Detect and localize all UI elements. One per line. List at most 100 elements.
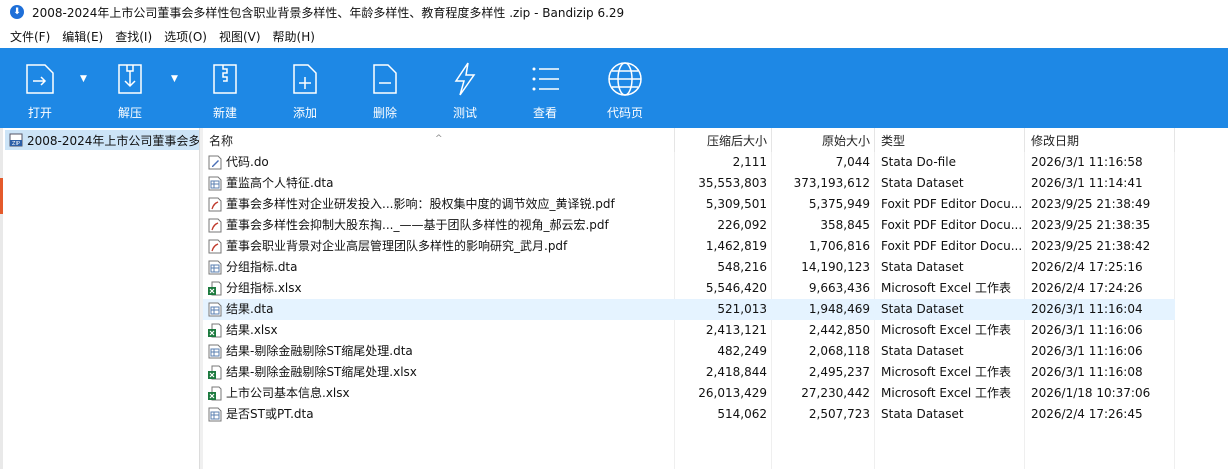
file-type: Microsoft Excel 工作表: [881, 365, 1012, 379]
file-row[interactable]: 代码.do 2,111 7,044 Stata Do-file 2026/3/1 11:…: [203, 152, 1175, 173]
folder-tree: ZIP 2008-2024年上市公司董事会多: [3, 128, 199, 469]
file-modified: 2026/3/1 11:16:04: [1031, 302, 1143, 316]
file-list: 名称 ^ 压缩后大小 原始大小 类型 修改日期 代码.do 2,111 7,044 S…: [203, 128, 1228, 469]
menu-options[interactable]: 选项(O): [158, 28, 213, 45]
file-row[interactable]: 董事会多样性对企业研发投入...影响：股权集中度的调节效应_黄译锐.pdf 5,3…: [203, 194, 1175, 215]
file-packed-size: 35,553,803: [698, 176, 767, 190]
file-original-size: 2,442,850: [808, 323, 870, 337]
file-modified: 2026/2/4 17:25:16: [1031, 260, 1143, 274]
file-modified: 2026/2/4 17:26:45: [1031, 407, 1143, 421]
file-row[interactable]: 上市公司基本信息.xlsx 26,013,429 27,230,442 Microso…: [203, 383, 1175, 404]
file-packed-size: 2,413,121: [705, 323, 767, 337]
file-name: 结果-剔除金融剔除ST缩尾处理.xlsx: [226, 365, 417, 379]
do-file-icon: [208, 155, 222, 170]
file-row[interactable]: 董监高个人特征.dta 35,553,803 373,193,612 Stata Da…: [203, 173, 1175, 194]
delete-label: 删除: [372, 106, 397, 120]
menu-help[interactable]: 帮助(H): [267, 28, 321, 45]
file-modified: 2023/9/25 21:38:35: [1031, 218, 1151, 232]
file-name: 结果-剔除金融剔除ST缩尾处理.dta: [226, 344, 413, 358]
file-modified: 2026/3/1 11:14:41: [1031, 176, 1143, 190]
view-label: 查看: [532, 106, 557, 120]
file-row[interactable]: 是否ST或PT.dta 514,062 2,507,723 Stata Dataset…: [203, 404, 1175, 425]
file-type: Stata Dataset: [881, 302, 964, 316]
menu-edit[interactable]: 编辑(E): [56, 28, 109, 45]
pdf-file-icon: [208, 218, 222, 233]
tree-item-archive-root[interactable]: ZIP 2008-2024年上市公司董事会多: [5, 130, 199, 150]
codepage-label: 代码页: [606, 106, 643, 120]
delete-button[interactable]: 删除: [363, 48, 407, 128]
file-original-size: 2,068,118: [808, 344, 870, 358]
delete-file-icon: [373, 64, 397, 94]
menu-file[interactable]: 文件(F): [4, 28, 56, 45]
file-type: Microsoft Excel 工作表: [881, 281, 1012, 295]
file-type: Stata Dataset: [881, 344, 964, 358]
file-type: Foxit PDF Editor Docu...: [881, 197, 1023, 211]
file-row[interactable]: 结果-剔除金融剔除ST缩尾处理.dta 482,249 2,068,118 Stata…: [203, 341, 1175, 362]
add-button[interactable]: 添加: [283, 48, 327, 128]
extract-label: 解压: [117, 106, 142, 120]
column-header-packed[interactable]: 压缩后大小: [675, 128, 772, 152]
file-modified: 2026/2/4 17:24:26: [1031, 281, 1143, 295]
list-view-icon: [532, 67, 559, 91]
file-type: Microsoft Excel 工作表: [881, 323, 1012, 337]
file-name: 分组指标.dta: [226, 260, 298, 274]
file-packed-size: 548,216: [717, 260, 767, 274]
open-dropdown-arrow[interactable]: ▼: [80, 74, 87, 84]
file-original-size: 2,507,723: [808, 407, 870, 421]
file-packed-size: 1,462,819: [705, 239, 767, 253]
view-button[interactable]: 查看: [523, 48, 567, 128]
file-name: 董监高个人特征.dta: [226, 176, 334, 190]
extract-icon: [118, 64, 142, 94]
file-type: Stata Dataset: [881, 176, 964, 190]
column-header-size[interactable]: 原始大小: [772, 128, 875, 152]
tree-item-label: 2008-2024年上市公司董事会多: [27, 133, 199, 148]
column-header-name[interactable]: 名称 ^: [203, 128, 675, 152]
window-title: 2008-2024年上市公司董事会多样性包含职业背景多样性、年龄多样性、教育程度…: [32, 5, 625, 20]
add-file-icon: [293, 64, 317, 94]
extract-dropdown-arrow[interactable]: ▼: [171, 74, 178, 84]
file-row[interactable]: 结果-剔除金融剔除ST缩尾处理.xlsx 2,418,844 2,495,237 Mi…: [203, 362, 1175, 383]
open-label: 打开: [27, 106, 52, 120]
pdf-file-icon: [208, 197, 222, 212]
file-name: 董事会多样性会抑制大股东掏..._——基于团队多样性的视角_郝云宏.pdf: [226, 218, 609, 232]
menu-find[interactable]: 查找(I): [109, 28, 158, 45]
sort-ascending-icon: ^: [435, 134, 443, 144]
file-name: 分组指标.xlsx: [226, 281, 302, 295]
file-row[interactable]: 结果.dta 521,013 1,948,469 Stata Dataset 2026/…: [203, 299, 1175, 320]
file-name: 上市公司基本信息.xlsx: [226, 386, 350, 400]
file-name: 结果.xlsx: [226, 323, 278, 337]
test-label: 测试: [452, 106, 477, 120]
title-bar: ⬇ 2008-2024年上市公司董事会多样性包含职业背景多样性、年龄多样性、教育…: [0, 0, 1228, 24]
add-label: 添加: [292, 106, 317, 120]
dta-file-icon: [208, 407, 222, 422]
column-header-row: 名称 ^ 压缩后大小 原始大小 类型 修改日期: [203, 128, 1228, 152]
column-header-modified[interactable]: 修改日期: [1025, 128, 1175, 152]
column-header-type[interactable]: 类型: [875, 128, 1025, 152]
file-packed-size: 2,111: [732, 155, 767, 169]
codepage-button[interactable]: 代码页: [603, 48, 647, 128]
file-packed-size: 26,013,429: [698, 386, 767, 400]
file-row[interactable]: 董事会职业背景对企业高层管理团队多样性的影响研究_武月.pdf 1,462,819…: [203, 236, 1175, 257]
file-row[interactable]: 结果.xlsx 2,413,121 2,442,850 Microsoft Excel…: [203, 320, 1175, 341]
xlsx-file-icon: [208, 281, 222, 296]
file-original-size: 1,948,469: [808, 302, 870, 316]
new-button[interactable]: 新建: [203, 48, 247, 128]
file-original-size: 358,845: [820, 218, 870, 232]
file-modified: 2023/9/25 21:38:42: [1031, 239, 1151, 253]
menu-view[interactable]: 视图(V): [213, 28, 267, 45]
file-original-size: 14,190,123: [801, 260, 870, 274]
file-name: 是否ST或PT.dta: [226, 407, 314, 421]
dta-file-icon: [208, 176, 222, 191]
file-row[interactable]: 分组指标.dta 548,216 14,190,123 Stata Dataset 20…: [203, 257, 1175, 278]
file-row[interactable]: 分组指标.xlsx 5,546,420 9,663,436 Microsoft Exc…: [203, 278, 1175, 299]
new-label: 新建: [212, 106, 237, 120]
file-original-size: 5,375,949: [808, 197, 870, 211]
file-type: Microsoft Excel 工作表: [881, 386, 1012, 400]
file-type: Stata Dataset: [881, 407, 964, 421]
toolbar: 打开 ▼ 解压 ▼ 新建 添加 删除 测试 查看 代码页: [0, 48, 1228, 128]
test-button[interactable]: 测试: [443, 48, 487, 128]
file-row[interactable]: 董事会多样性会抑制大股东掏..._——基于团队多样性的视角_郝云宏.pdf 226…: [203, 215, 1175, 236]
new-archive-icon: [213, 64, 237, 94]
open-button[interactable]: 打开: [18, 48, 62, 128]
extract-button[interactable]: 解压: [108, 48, 152, 128]
